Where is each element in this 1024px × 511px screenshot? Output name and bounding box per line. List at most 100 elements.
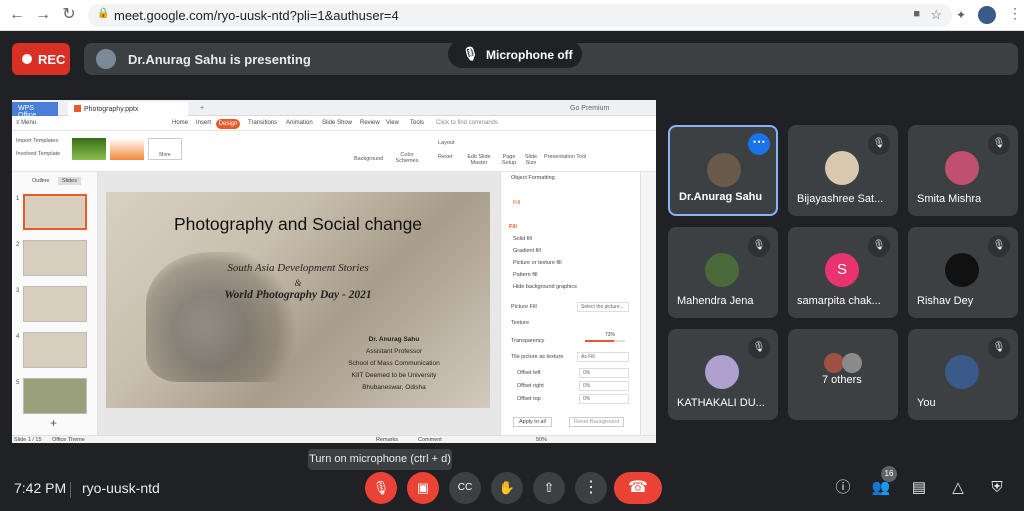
tile-smita-mishra[interactable]: 🎙 Smita Mishra xyxy=(908,125,1018,216)
object-formatting-panel: Object Formatting Fill Fill Solid fill G… xyxy=(500,172,640,435)
zoom-level[interactable]: 50% xyxy=(536,437,547,443)
gradient-fill-option[interactable]: Gradient fill xyxy=(513,248,541,254)
more-options-icon[interactable]: ⋯ xyxy=(748,133,770,155)
go-premium[interactable]: Go Premium xyxy=(564,102,615,116)
picture-fill-option[interactable]: Picture or texture fill xyxy=(513,260,562,266)
lock-icon: 🔒 xyxy=(97,8,110,19)
template-thumb-green[interactable] xyxy=(72,138,106,160)
tile-others[interactable]: 7 others xyxy=(788,329,898,420)
offset-left-label: Offset left xyxy=(517,370,541,376)
raise-hand-button[interactable]: ✋ xyxy=(491,472,523,504)
wps-app-tab[interactable]: WPS Office xyxy=(12,102,58,119)
slide-size-button[interactable]: Slide Size xyxy=(522,154,540,166)
more-templates[interactable]: More xyxy=(148,138,182,160)
activities-icon[interactable]: △ xyxy=(948,478,968,498)
chat-icon[interactable]: ▤ xyxy=(909,478,929,498)
hide-background-graphics-checkbox[interactable]: Hide background graphics xyxy=(513,284,577,290)
reload-icon[interactable]: ↻ xyxy=(60,6,78,24)
reset-button[interactable]: Reset xyxy=(438,154,452,160)
pattern-fill-option[interactable]: Pattern fill xyxy=(513,272,537,278)
avatar: S xyxy=(825,253,859,287)
apply-to-all-button[interactable]: Apply to all xyxy=(513,417,552,427)
layout-button[interactable]: Layout xyxy=(438,140,455,146)
tab-design[interactable]: Design xyxy=(216,119,240,129)
side-toolbar xyxy=(640,172,656,435)
solid-fill-option[interactable]: Solid fill xyxy=(513,236,532,242)
slide-ampersand: & xyxy=(294,278,302,288)
offset-top-input[interactable]: 0% xyxy=(579,394,629,404)
camera-toggle-button[interactable]: ▣ xyxy=(407,472,439,504)
tile-kathakali[interactable]: 🎙 KATHAKALI DU... xyxy=(668,329,778,420)
slide-thumb-4[interactable] xyxy=(23,332,87,368)
slide-thumb-5[interactable] xyxy=(23,378,87,414)
tab-transitions[interactable]: Transitions xyxy=(248,120,277,126)
tile-select[interactable]: As Fill xyxy=(577,352,629,362)
current-slide[interactable]: Photography and Social change South Asia… xyxy=(106,192,490,408)
more-options-button[interactable]: ⋮ xyxy=(575,472,607,504)
picture-fill-select[interactable]: Select the picture... xyxy=(577,302,629,312)
tab-view[interactable]: View xyxy=(386,120,399,126)
address-bar[interactable]: 🔒 meet.google.com/ryo-uusk-ntd?pli=1&aut… xyxy=(88,4,952,27)
host-controls-icon[interactable]: ⛨ xyxy=(987,478,1007,498)
command-search[interactable]: Click to find commands xyxy=(436,120,498,126)
tab-slides[interactable]: Slides xyxy=(58,177,81,185)
new-tab-icon[interactable]: + xyxy=(194,102,210,116)
extensions-icon[interactable]: ✦ xyxy=(956,7,966,23)
tile-anurag-sahu[interactable]: ⋯ Dr.Anurag Sahu xyxy=(668,125,778,216)
presenter-avatar xyxy=(96,49,116,69)
slide-thumb-2[interactable] xyxy=(23,240,87,276)
offset-right-input[interactable]: 0% xyxy=(579,381,629,391)
color-schemes-button[interactable]: Color Schemes xyxy=(394,152,420,164)
template-thumb-orange[interactable] xyxy=(110,138,144,160)
wps-menu[interactable]: ≡ Menu xyxy=(16,120,36,126)
tab-animation[interactable]: Animation xyxy=(286,120,313,126)
microphone-toggle-button[interactable]: 🎙 xyxy=(365,472,397,504)
tile-rishav-dey[interactable]: 🎙 Rishav Dey xyxy=(908,227,1018,318)
tab-tools[interactable]: Tools xyxy=(410,120,424,126)
reset-background-button[interactable]: Reset Background xyxy=(569,417,625,427)
mic-off-icon: 🎙 xyxy=(868,235,890,257)
presentation-tool-button[interactable]: Presentation Tool xyxy=(544,154,586,160)
offset-left-input[interactable]: 0% xyxy=(579,368,629,378)
arrow-left-icon[interactable]: ← xyxy=(8,6,26,24)
tab-review[interactable]: Review xyxy=(360,120,380,126)
arrow-right-icon[interactable]: → xyxy=(34,6,52,24)
participant-name: Dr.Anurag Sahu xyxy=(679,191,763,203)
author-place: Bhubaneswar, Odisha xyxy=(362,384,426,391)
slide-thumb-3[interactable] xyxy=(23,286,87,322)
slide-title: Photography and Social change xyxy=(173,214,423,234)
fill-tab[interactable]: Fill xyxy=(513,200,520,206)
tile-you[interactable]: 🎙 You xyxy=(908,329,1018,420)
file-tab[interactable]: Photography.pptx xyxy=(68,102,188,116)
edit-slide-master-button[interactable]: Edit Slide Master xyxy=(462,154,496,166)
present-button[interactable]: ⇧ xyxy=(533,472,565,504)
tab-insert[interactable]: Insert xyxy=(196,120,211,126)
kebab-menu-icon[interactable]: ⋮ xyxy=(1008,5,1022,21)
remarks-button[interactable]: Remarks xyxy=(376,437,398,443)
tile-samarpita[interactable]: S 🎙 samarpita chak... xyxy=(788,227,898,318)
participant-count-badge: 16 xyxy=(881,466,897,482)
tile-bijayashree[interactable]: 🎙 Bijayashree Sat... xyxy=(788,125,898,216)
tab-outline[interactable]: Outline xyxy=(32,178,49,184)
slide-counter: Slide 1 / 15 xyxy=(14,437,42,443)
tab-home[interactable]: Home xyxy=(172,120,188,126)
meeting-info-icon[interactable]: ⓘ xyxy=(833,478,853,498)
star-icon[interactable]: ☆ xyxy=(930,7,942,23)
profile-avatar[interactable] xyxy=(978,6,996,24)
transparency-slider[interactable] xyxy=(585,340,625,342)
comment-button[interactable]: Comment xyxy=(418,437,442,443)
tab-slideshow[interactable]: Slide Show xyxy=(322,120,352,126)
captions-button[interactable]: CC xyxy=(449,472,481,504)
avatar xyxy=(945,355,979,389)
rec-label: REC xyxy=(38,52,66,67)
tile-mahendra-jena[interactable]: 🎙 Mahendra Jena xyxy=(668,227,778,318)
present-icon: ⇧ xyxy=(543,480,555,495)
end-call-button[interactable]: ☎ xyxy=(614,472,662,504)
import-templates[interactable]: Import Templates xyxy=(16,138,58,144)
camera-icon[interactable]: ■ xyxy=(913,8,920,20)
background-button[interactable]: Background xyxy=(354,156,383,162)
slide-thumb-1[interactable] xyxy=(23,194,87,230)
add-slide-icon[interactable]: + xyxy=(50,416,57,430)
page-setup-button[interactable]: Page Setup xyxy=(500,154,518,166)
involved-template[interactable]: Involved Template xyxy=(16,151,60,157)
